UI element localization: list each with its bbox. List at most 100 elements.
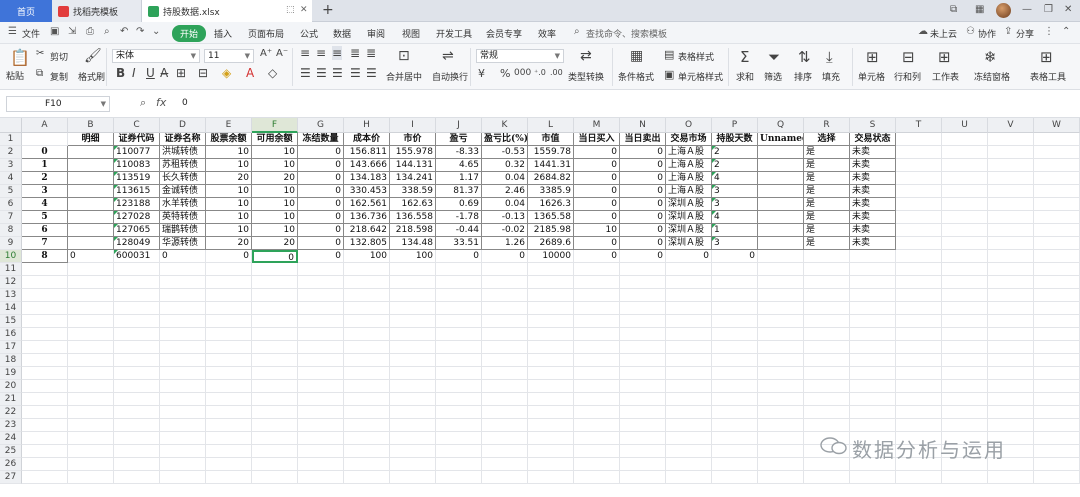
table-cell[interactable]: [252, 354, 298, 367]
function-icon[interactable]: fx: [156, 96, 166, 109]
table-cell[interactable]: [758, 471, 804, 484]
table-cell[interactable]: [850, 250, 896, 263]
table-cell[interactable]: [160, 458, 206, 471]
table-cell[interactable]: 0: [298, 237, 344, 250]
table-cell[interactable]: 0: [574, 185, 620, 198]
table-cell[interactable]: [22, 133, 68, 146]
table-cell[interactable]: [942, 419, 988, 432]
table-cell[interactable]: [850, 419, 896, 432]
grid-icon[interactable]: ▦: [975, 4, 984, 15]
table-cell[interactable]: [896, 224, 942, 237]
table-cell[interactable]: -0.02: [482, 224, 528, 237]
table-cell[interactable]: 10: [252, 185, 298, 198]
table-cell[interactable]: 水羊转债: [160, 198, 206, 211]
table-cell[interactable]: 未卖: [850, 185, 896, 198]
table-cell[interactable]: 123188: [114, 198, 160, 211]
menu-page-layout[interactable]: 页面布局: [248, 27, 284, 40]
table-cell[interactable]: [1034, 211, 1080, 224]
table-cell[interactable]: [436, 263, 482, 276]
table-cell[interactable]: [114, 354, 160, 367]
table-cell[interactable]: [942, 289, 988, 302]
table-cell[interactable]: [298, 341, 344, 354]
formula-input[interactable]: 0: [182, 98, 188, 108]
column-header[interactable]: I: [390, 118, 436, 133]
table-cell[interactable]: [390, 276, 436, 289]
table-cell[interactable]: 100: [390, 250, 436, 263]
table-cell[interactable]: [160, 328, 206, 341]
table-cell[interactable]: 136.736: [344, 211, 390, 224]
table-cell[interactable]: 10: [206, 159, 252, 172]
table-tools-button[interactable]: 表格工具: [1030, 70, 1066, 83]
table-cell[interactable]: [344, 432, 390, 445]
tab-home[interactable]: 首页: [0, 0, 52, 22]
table-cell[interactable]: [160, 276, 206, 289]
table-cell[interactable]: [804, 276, 850, 289]
row-column-button[interactable]: 行和列: [894, 70, 921, 83]
table-cell[interactable]: 162.561: [344, 198, 390, 211]
new-tab-button[interactable]: +: [322, 2, 334, 18]
column-header[interactable]: S: [850, 118, 896, 133]
column-header[interactable]: A: [22, 118, 68, 133]
preview-icon[interactable]: ⌕: [104, 26, 110, 37]
table-cell[interactable]: [344, 393, 390, 406]
row-header[interactable]: 4: [0, 172, 22, 185]
table-cell[interactable]: [942, 406, 988, 419]
strikethrough-icon[interactable]: A̶: [160, 66, 168, 80]
print-icon[interactable]: ⎙: [86, 26, 94, 37]
table-cell[interactable]: 2185.98: [528, 224, 574, 237]
table-cell[interactable]: 持股天数: [712, 133, 758, 146]
table-cell[interactable]: [1034, 393, 1080, 406]
table-cell[interactable]: [712, 393, 758, 406]
table-cell[interactable]: [160, 263, 206, 276]
table-cell[interactable]: [68, 341, 114, 354]
table-cell[interactable]: [482, 393, 528, 406]
table-cell[interactable]: [206, 263, 252, 276]
table-cell[interactable]: 3: [22, 185, 68, 198]
table-cell[interactable]: 5: [22, 211, 68, 224]
table-cell[interactable]: [988, 276, 1034, 289]
table-cell[interactable]: [988, 159, 1034, 172]
table-cell[interactable]: [850, 406, 896, 419]
column-header[interactable]: E: [206, 118, 252, 133]
table-cell[interactable]: [436, 328, 482, 341]
table-cell[interactable]: [344, 289, 390, 302]
table-cell[interactable]: [804, 367, 850, 380]
table-cell[interactable]: [804, 302, 850, 315]
table-cell[interactable]: 0: [620, 237, 666, 250]
table-cell[interactable]: [758, 198, 804, 211]
tab-pin-icon[interactable]: ⬚: [286, 5, 295, 15]
cut-button[interactable]: 剪切: [50, 50, 68, 63]
table-cell[interactable]: [666, 406, 712, 419]
table-cell[interactable]: [68, 471, 114, 484]
font-shrink-icon[interactable]: A⁻: [276, 48, 288, 59]
table-cell[interactable]: [528, 276, 574, 289]
table-cell[interactable]: [344, 354, 390, 367]
table-cell[interactable]: [344, 406, 390, 419]
row-header[interactable]: 19: [0, 367, 22, 380]
clear-format-icon[interactable]: ◇: [268, 66, 277, 80]
table-cell[interactable]: 0: [298, 185, 344, 198]
table-cell[interactable]: 华源转债: [160, 237, 206, 250]
table-cell[interactable]: [114, 328, 160, 341]
table-cell[interactable]: 2689.6: [528, 237, 574, 250]
table-cell[interactable]: 0: [574, 198, 620, 211]
table-cell[interactable]: [252, 419, 298, 432]
table-cell[interactable]: [804, 458, 850, 471]
table-cell[interactable]: [68, 419, 114, 432]
table-cell[interactable]: [942, 471, 988, 484]
table-cell[interactable]: [298, 263, 344, 276]
table-cell[interactable]: [436, 354, 482, 367]
table-cell[interactable]: [390, 393, 436, 406]
table-cell[interactable]: [436, 471, 482, 484]
table-cell[interactable]: [482, 419, 528, 432]
table-cell[interactable]: [390, 458, 436, 471]
table-cell[interactable]: [206, 471, 252, 484]
table-cell[interactable]: [68, 224, 114, 237]
table-cell[interactable]: [298, 445, 344, 458]
table-cell[interactable]: [574, 406, 620, 419]
row-header[interactable]: 21: [0, 393, 22, 406]
table-cell[interactable]: [620, 393, 666, 406]
cut-icon[interactable]: ✂: [36, 48, 44, 59]
table-cell[interactable]: [666, 393, 712, 406]
table-cell[interactable]: 10: [252, 198, 298, 211]
